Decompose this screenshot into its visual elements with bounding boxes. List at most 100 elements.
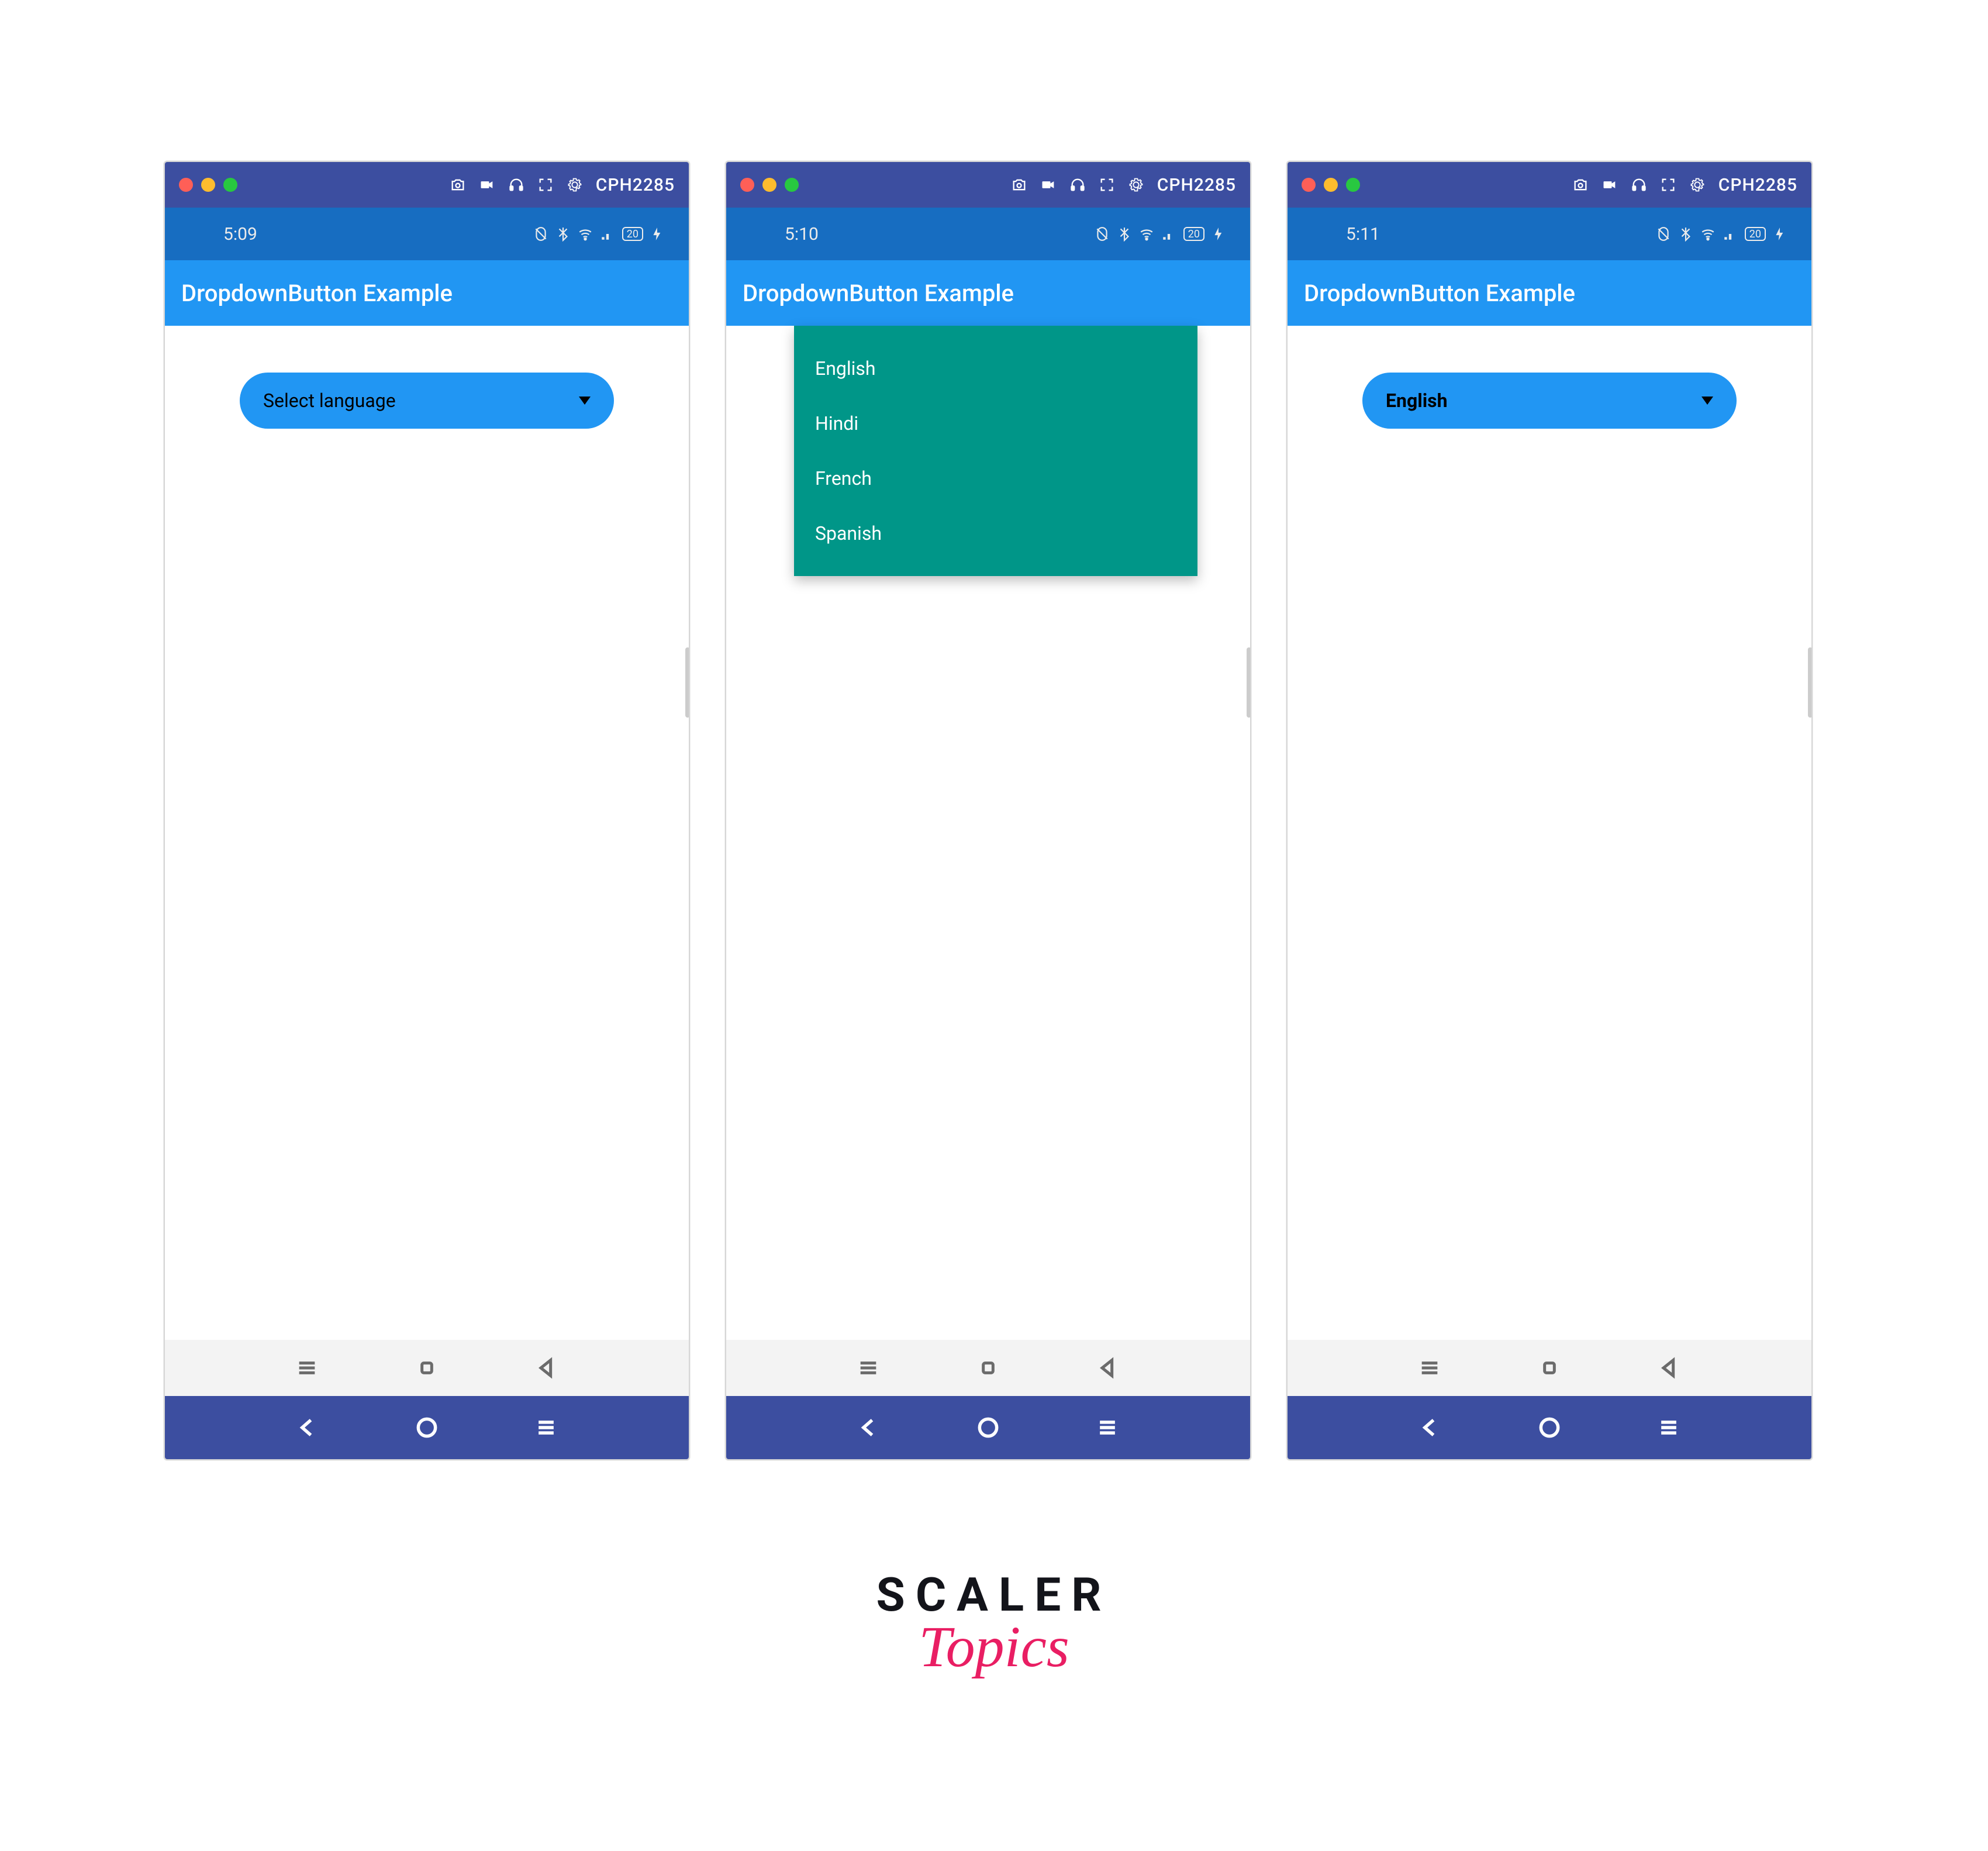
device-name: CPH2285 bbox=[596, 175, 675, 195]
app-title: DropdownButton Example bbox=[1304, 280, 1575, 307]
dropdown-option[interactable]: French bbox=[794, 451, 1197, 506]
signal-icon bbox=[1161, 226, 1176, 242]
dropdown-placeholder: Select language bbox=[263, 389, 579, 412]
dnd-icon bbox=[533, 226, 548, 242]
scrollbar[interactable] bbox=[1808, 647, 1813, 718]
emulator-nav-bar bbox=[165, 1396, 689, 1459]
charging-icon bbox=[650, 226, 665, 242]
close-icon[interactable] bbox=[179, 178, 193, 192]
back-icon[interactable] bbox=[535, 1356, 558, 1380]
dropdown-button[interactable]: Select language bbox=[240, 373, 614, 429]
headphones-icon[interactable] bbox=[508, 177, 524, 193]
charging-icon bbox=[1212, 226, 1227, 242]
bluetooth-icon bbox=[1117, 226, 1132, 242]
close-icon[interactable] bbox=[740, 178, 754, 192]
video-icon[interactable] bbox=[479, 177, 495, 193]
dropdown-button[interactable]: English bbox=[1362, 373, 1737, 429]
brand-bottom: Topics bbox=[876, 1613, 1112, 1680]
minimize-icon[interactable] bbox=[1324, 178, 1338, 192]
nav-back-icon[interactable] bbox=[295, 1415, 320, 1440]
wifi-icon bbox=[1139, 226, 1154, 242]
emulator-actions: CPH2285 bbox=[450, 175, 675, 195]
device-gesture-bar bbox=[1288, 1340, 1811, 1396]
dnd-icon bbox=[1656, 226, 1671, 242]
dropdown-option[interactable]: Hindi bbox=[794, 396, 1197, 451]
chevron-down-icon bbox=[1701, 397, 1713, 405]
material-app-bar: DropdownButton Example bbox=[726, 260, 1250, 326]
nav-home-icon[interactable] bbox=[975, 1415, 1001, 1440]
nav-menu-icon[interactable] bbox=[533, 1415, 559, 1440]
emulator-nav-bar bbox=[1288, 1396, 1811, 1459]
wifi-icon bbox=[1700, 226, 1716, 242]
traffic-lights[interactable] bbox=[740, 178, 799, 192]
dropdown-option[interactable]: English bbox=[794, 341, 1197, 396]
emulator-titlebar: CPH2285 bbox=[726, 162, 1250, 208]
stage: CPH2285 5:09 20 DropdownButton Example S… bbox=[164, 161, 1824, 1460]
recent-icon[interactable] bbox=[1418, 1356, 1441, 1380]
screen-body: English bbox=[1288, 326, 1811, 1340]
camera-icon[interactable] bbox=[1572, 177, 1589, 193]
nav-home-icon[interactable] bbox=[1537, 1415, 1562, 1440]
traffic-lights[interactable] bbox=[1302, 178, 1360, 192]
recent-icon[interactable] bbox=[295, 1356, 319, 1380]
app-title: DropdownButton Example bbox=[743, 280, 1014, 307]
nav-back-icon[interactable] bbox=[856, 1415, 882, 1440]
device-gesture-bar bbox=[726, 1340, 1250, 1396]
zoom-icon[interactable] bbox=[223, 178, 237, 192]
gear-icon[interactable] bbox=[567, 177, 583, 193]
dropdown-option[interactable]: Spanish bbox=[794, 506, 1197, 561]
material-app-bar: DropdownButton Example bbox=[1288, 260, 1811, 326]
signal-icon bbox=[1723, 226, 1738, 242]
battery-level: 20 bbox=[622, 227, 643, 241]
emulator-actions: CPH2285 bbox=[1011, 175, 1236, 195]
scrollbar[interactable] bbox=[1247, 647, 1251, 718]
home-icon[interactable] bbox=[415, 1356, 439, 1380]
android-status-bar: 5:11 20 bbox=[1288, 208, 1811, 260]
nav-back-icon[interactable] bbox=[1417, 1415, 1443, 1440]
headphones-icon[interactable] bbox=[1631, 177, 1647, 193]
android-status-bar: 5:09 20 bbox=[165, 208, 689, 260]
fullscreen-icon[interactable] bbox=[1099, 177, 1115, 193]
emulator-titlebar: CPH2285 bbox=[165, 162, 689, 208]
close-icon[interactable] bbox=[1302, 178, 1316, 192]
signal-icon bbox=[600, 226, 615, 242]
emulator-titlebar: CPH2285 bbox=[1288, 162, 1811, 208]
minimize-icon[interactable] bbox=[201, 178, 215, 192]
dnd-icon bbox=[1095, 226, 1110, 242]
emulator-actions: CPH2285 bbox=[1572, 175, 1797, 195]
back-icon[interactable] bbox=[1658, 1356, 1681, 1380]
nav-menu-icon[interactable] bbox=[1095, 1415, 1120, 1440]
screen-body: Select language bbox=[165, 326, 689, 1340]
fullscreen-icon[interactable] bbox=[537, 177, 554, 193]
bluetooth-icon bbox=[555, 226, 571, 242]
camera-icon[interactable] bbox=[450, 177, 466, 193]
battery-level: 20 bbox=[1183, 227, 1204, 241]
device-name: CPH2285 bbox=[1157, 175, 1236, 195]
headphones-icon[interactable] bbox=[1069, 177, 1086, 193]
video-icon[interactable] bbox=[1602, 177, 1618, 193]
material-app-bar: DropdownButton Example bbox=[165, 260, 689, 326]
scrollbar[interactable] bbox=[685, 647, 690, 718]
device-gesture-bar bbox=[165, 1340, 689, 1396]
video-icon[interactable] bbox=[1040, 177, 1057, 193]
dropdown-menu: English Hindi French Spanish bbox=[794, 326, 1197, 576]
gear-icon[interactable] bbox=[1128, 177, 1144, 193]
nav-menu-icon[interactable] bbox=[1656, 1415, 1682, 1440]
traffic-lights[interactable] bbox=[179, 178, 237, 192]
minimize-icon[interactable] bbox=[762, 178, 776, 192]
fullscreen-icon[interactable] bbox=[1660, 177, 1676, 193]
recent-icon[interactable] bbox=[857, 1356, 880, 1380]
wifi-icon bbox=[578, 226, 593, 242]
phone-frame: CPH2285 5:10 20 DropdownButton Example E… bbox=[725, 161, 1251, 1460]
status-clock: 5:10 bbox=[785, 224, 819, 244]
status-clock: 5:09 bbox=[223, 224, 257, 244]
zoom-icon[interactable] bbox=[1346, 178, 1360, 192]
phone-frame: CPH2285 5:09 20 DropdownButton Example S… bbox=[164, 161, 690, 1460]
back-icon[interactable] bbox=[1096, 1356, 1120, 1380]
nav-home-icon[interactable] bbox=[414, 1415, 440, 1440]
home-icon[interactable] bbox=[1538, 1356, 1561, 1380]
camera-icon[interactable] bbox=[1011, 177, 1027, 193]
home-icon[interactable] bbox=[976, 1356, 1000, 1380]
gear-icon[interactable] bbox=[1689, 177, 1706, 193]
zoom-icon[interactable] bbox=[785, 178, 799, 192]
